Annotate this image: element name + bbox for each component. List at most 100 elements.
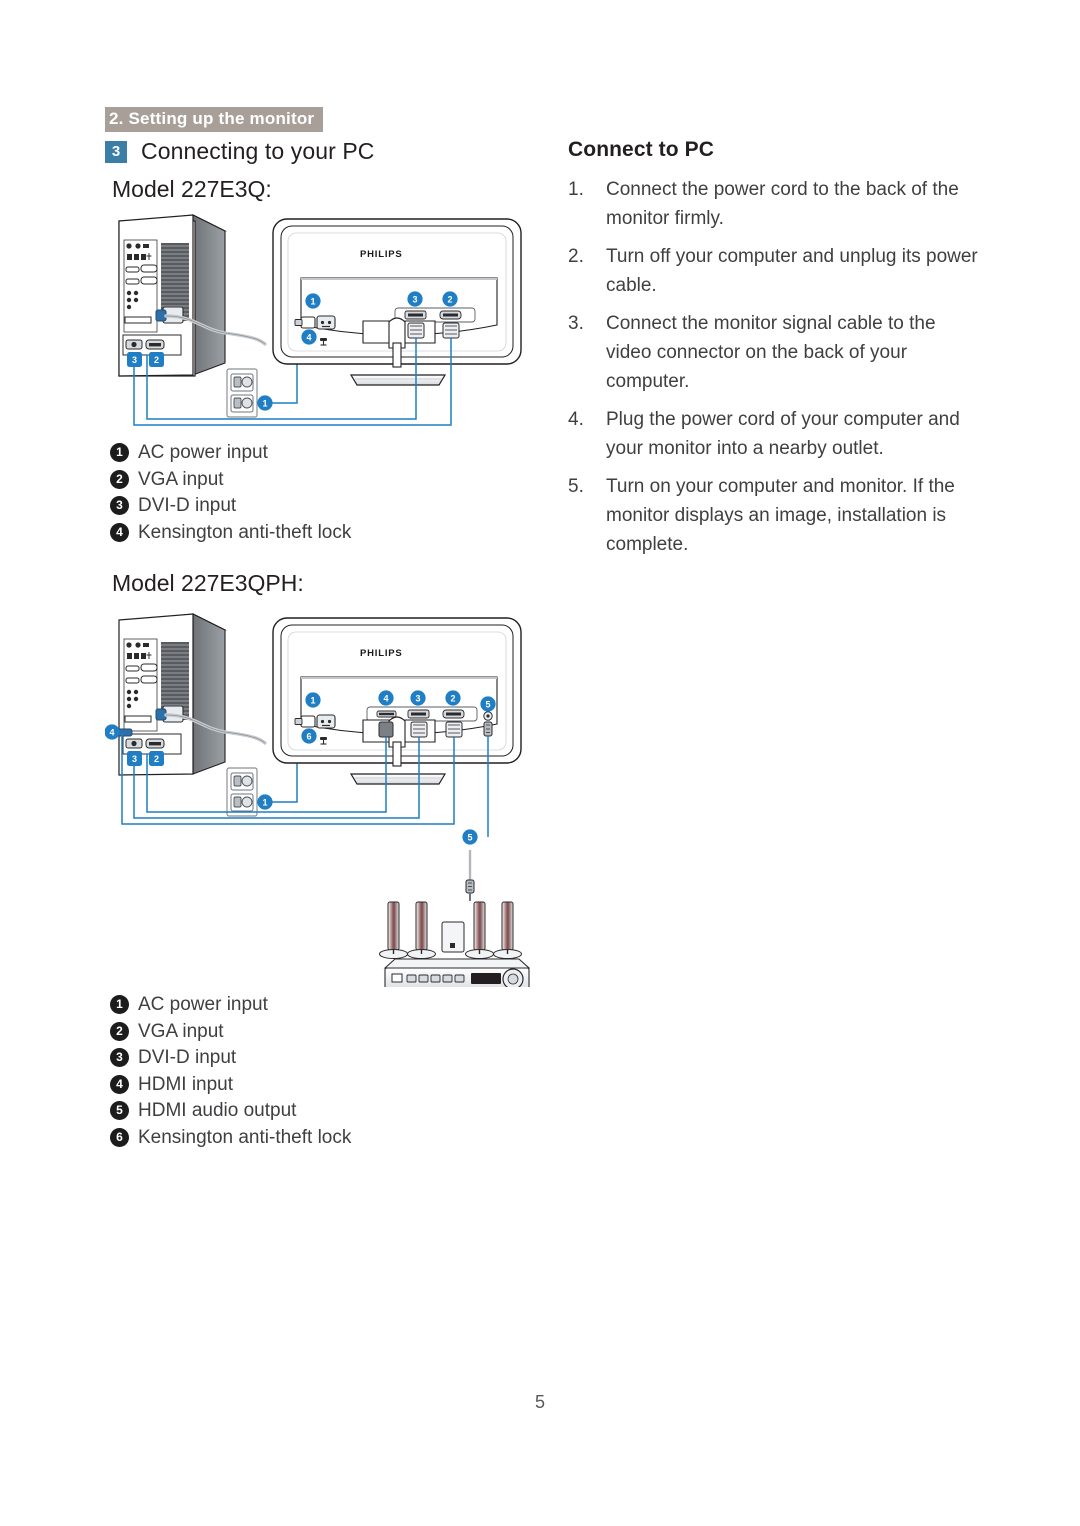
legend-item: 2 VGA input xyxy=(110,1019,530,1045)
legend-model-227E3QPH: 1 AC power input 2 VGA input 3 DVI-D inp… xyxy=(110,992,530,1151)
callout-audio-5-text: 5 xyxy=(467,833,472,843)
diagram-model-227E3QPH: PHILIPS 1 6 4 3 2 5 4 3 2 1 5 xyxy=(105,612,530,987)
legend-label: DVI-D input xyxy=(138,495,237,516)
callout-6-text: 6 xyxy=(306,732,311,742)
model-2-label: Model 227E3QPH: xyxy=(112,570,304,596)
speaker xyxy=(407,901,436,959)
callout-2-text: 2 xyxy=(450,694,455,704)
subsection-number-badge: 3 xyxy=(105,140,127,163)
pc-tower xyxy=(116,613,227,776)
step-number: 3. xyxy=(568,313,584,335)
legend-label: AC power input xyxy=(138,994,268,1015)
step-text: Connect the power cord to the back of th… xyxy=(606,179,959,229)
legend-item: 5 HDMI audio output xyxy=(110,1098,530,1124)
connect-to-pc-section: Connect to PC 1. Connect the power cord … xyxy=(568,138,980,569)
speaker xyxy=(379,901,408,959)
legend-item: 4 Kensington anti-theft lock xyxy=(110,520,530,546)
callout-pc-4-text: 4 xyxy=(109,728,114,738)
step-number: 2. xyxy=(568,246,584,268)
callout-pc-vga: 2 xyxy=(149,751,164,766)
callout-monitor-ac: 1 xyxy=(305,692,321,708)
callout-4-text: 4 xyxy=(383,694,388,704)
center-speaker xyxy=(441,921,465,953)
step-item: 3. Connect the monitor signal cable to t… xyxy=(568,310,980,396)
step-number: 5. xyxy=(568,476,584,498)
callout-5-text: 5 xyxy=(485,700,490,710)
wall-outlet xyxy=(226,368,258,418)
speaker xyxy=(493,901,522,959)
callout-monitor-kensington: 4 xyxy=(301,329,317,345)
legend-item: 4 HDMI input xyxy=(110,1072,530,1098)
step-text: Turn on your computer and monitor. If th… xyxy=(606,476,955,555)
callout-1-text: 1 xyxy=(310,297,315,307)
callout-pc-3-text: 3 xyxy=(132,754,137,764)
step-text: Connect the monitor signal cable to the … xyxy=(606,313,936,392)
av-receiver xyxy=(383,958,530,987)
callout-pc-dvi: 3 xyxy=(127,751,142,766)
step-item: 2. Turn off your computer and unplug its… xyxy=(568,243,980,300)
legend-bullet: 3 xyxy=(110,1048,129,1068)
subsection-heading: 3 Connecting to your PC xyxy=(105,138,375,165)
philips-logo: PHILIPS xyxy=(360,249,403,260)
legend-label: VGA input xyxy=(138,468,224,490)
subsection-title: Connecting to your PC xyxy=(141,138,375,164)
step-item: 4. Plug the power cord of your computer … xyxy=(568,406,980,463)
callout-pc-vga: 2 xyxy=(149,352,164,367)
callout-2-text: 2 xyxy=(447,295,452,305)
callout-4-text: 4 xyxy=(306,333,311,343)
diagram-model-227E3Q: PHILIPS 1 4 3 2 3 2 1 xyxy=(105,213,530,435)
legend-bullet: 5 xyxy=(110,1101,129,1121)
page-number: 5 xyxy=(534,1392,545,1412)
legend-label: DVI-D input xyxy=(138,1047,237,1068)
philips-logo: PHILIPS xyxy=(360,648,403,659)
callout-wall-1-text: 1 xyxy=(262,798,267,808)
callout-1-text: 1 xyxy=(310,696,315,706)
callout-wall-1-text: 1 xyxy=(262,399,267,409)
callout-pc-2-text: 2 xyxy=(154,754,159,764)
legend-bullet: 4 xyxy=(110,522,129,542)
legend-label: AC power input xyxy=(138,442,268,463)
callout-monitor-hdmi: 4 xyxy=(378,690,394,706)
manual-page: 2. Setting up the monitor 3 Connecting t… xyxy=(0,0,1080,1526)
legend-item: 2 VGA input xyxy=(110,467,530,493)
section-band: 2. Setting up the monitor xyxy=(105,107,324,132)
callout-pc-hdmi: 4 xyxy=(105,724,120,740)
legend-label: HDMI input xyxy=(138,1073,234,1095)
legend-label: HDMI audio output xyxy=(138,1100,297,1121)
callout-monitor-dvi: 3 xyxy=(407,291,423,307)
legend-item: 1 AC power input xyxy=(110,440,530,466)
callout-3-text: 3 xyxy=(412,295,417,305)
callout-wall-outlet: 1 xyxy=(257,395,273,411)
legend-item: 3 DVI-D input xyxy=(110,1045,530,1071)
callout-monitor-audio-out: 5 xyxy=(480,696,496,712)
callout-monitor-ac: 1 xyxy=(305,293,321,309)
callout-pc-dvi: 3 xyxy=(127,352,142,367)
legend-item: 3 DVI-D input xyxy=(110,493,530,519)
model-1-label: Model 227E3Q: xyxy=(112,176,272,202)
callout-monitor-vga: 2 xyxy=(445,690,461,706)
callout-monitor-vga: 2 xyxy=(442,291,458,307)
legend-label: Kensington anti-theft lock xyxy=(138,1126,352,1148)
legend-bullet: 6 xyxy=(110,1127,129,1147)
callout-monitor-dvi: 3 xyxy=(410,690,426,706)
legend-model-227E3Q: 1 AC power input 2 VGA input 3 DVI-D inp… xyxy=(110,440,530,546)
step-text: Plug the power cord of your computer and… xyxy=(606,409,960,459)
callout-pc-3-text: 3 xyxy=(132,355,137,365)
legend-bullet: 4 xyxy=(110,1074,129,1094)
legend-bullet: 2 xyxy=(110,469,129,489)
legend-bullet: 1 xyxy=(110,443,129,463)
legend-bullet: 3 xyxy=(110,496,129,516)
audio-out-jack xyxy=(483,711,493,737)
legend-item: 1 AC power input xyxy=(110,992,530,1018)
step-item: 5. Turn on your computer and monitor. If… xyxy=(568,473,980,559)
legend-label: VGA input xyxy=(138,1020,224,1042)
callout-3-text: 3 xyxy=(415,694,420,704)
home-theater-system xyxy=(379,901,530,987)
speaker xyxy=(465,901,494,959)
legend-bullet: 1 xyxy=(110,995,129,1015)
step-item: 1. Connect the power cord to the back of… xyxy=(568,176,980,233)
connect-to-pc-title: Connect to PC xyxy=(568,138,714,161)
step-text: Turn off your computer and unplug its po… xyxy=(606,246,978,296)
wall-outlet xyxy=(226,767,258,817)
callout-audio-cable: 5 xyxy=(462,829,478,845)
